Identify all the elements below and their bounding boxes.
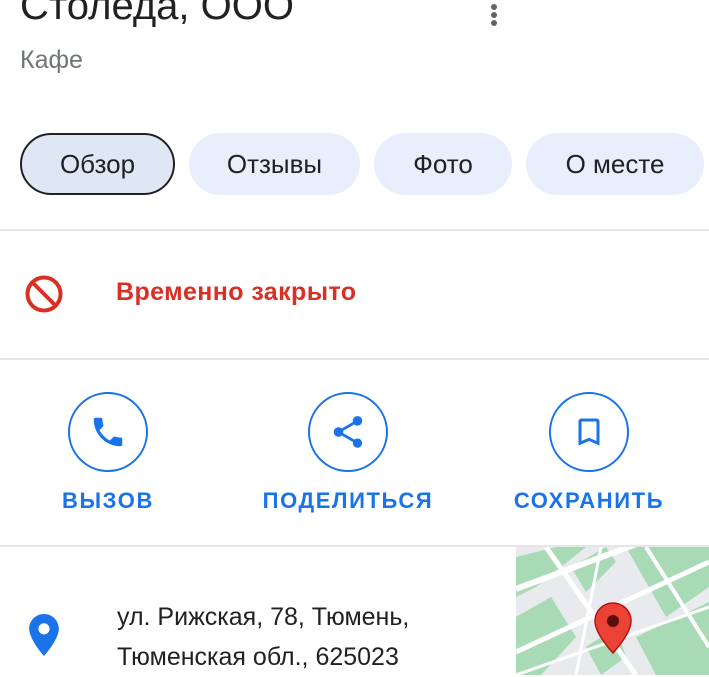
block-icon [25,275,63,313]
divider [0,358,709,360]
address-line-1: ул. Рижская, 78, Тюмень, [117,603,410,631]
closure-status: Временно закрыто [116,278,357,306]
tab-bar: Обзор Отзывы Фото О месте [20,133,704,195]
save-button[interactable]: СОХРАНИТЬ [513,392,665,514]
phone-icon [93,417,123,447]
more-options-button[interactable] [478,0,510,30]
location-pin-icon [29,614,59,656]
save-button-circle[interactable] [549,392,629,472]
share-icon [333,416,363,448]
more-vert-icon [491,4,497,26]
place-category: Кафе [20,46,83,74]
tab-label: Обзор [59,148,136,179]
tab-photos[interactable]: Фото [374,133,512,195]
tab-label: Отзывы [226,148,323,179]
tab-reviews[interactable]: Отзывы [189,133,360,195]
place-title: Столеда, ООО [20,0,294,28]
call-label: ВЫЗОВ [62,488,154,513]
save-label: СОХРАНИТЬ [513,488,665,513]
tab-label: Фото [413,148,473,179]
tab-label: О месте [565,148,665,179]
tab-about[interactable]: О месте [526,133,704,195]
address-text[interactable]: ул. Рижская, 78, Тюмень, Тюменская обл.,… [117,597,409,677]
map-image [516,547,709,675]
share-button-circle[interactable] [308,392,388,472]
bookmark-icon [578,418,600,446]
tab-overview[interactable]: Обзор [20,133,175,195]
share-label: ПОДЕЛИТЬСЯ [262,488,434,513]
map-thumbnail[interactable] [516,547,709,675]
divider [0,229,709,231]
share-button[interactable]: ПОДЕЛИТЬСЯ [261,392,435,514]
address-line-2: Тюменская обл., 625023 [117,643,399,671]
call-button-circle[interactable] [68,392,148,472]
call-button[interactable]: ВЫЗОВ [62,392,152,514]
